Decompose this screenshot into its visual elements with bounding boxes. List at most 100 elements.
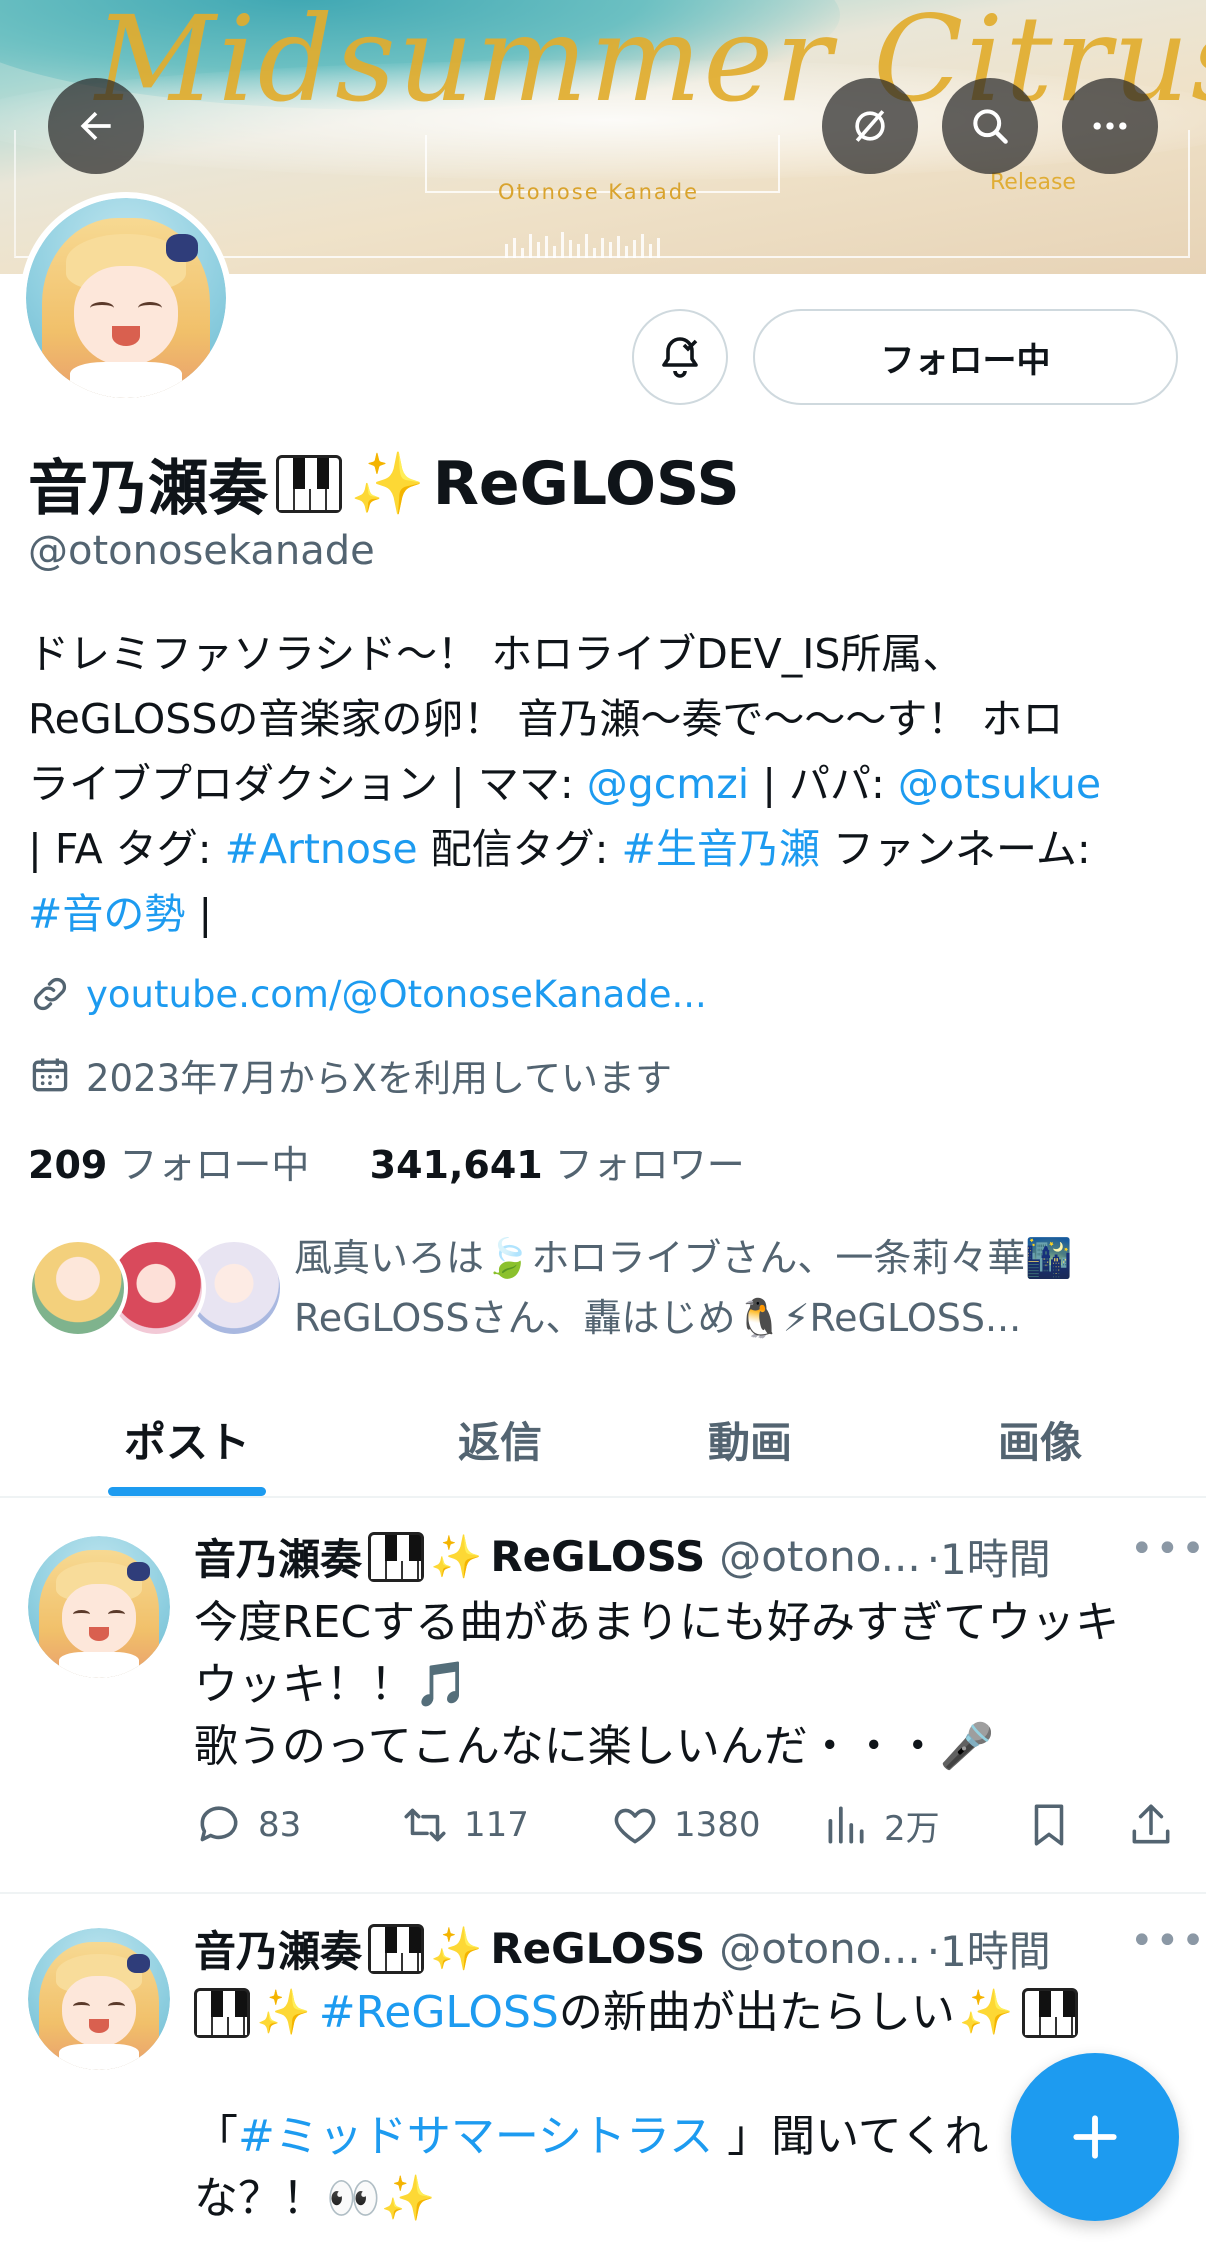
post-header: 音乃瀬奏 ✨ ReGLOSS @otono... ·1時間 xyxy=(194,1526,1051,1587)
profile-handle: @otonosekanade xyxy=(28,528,375,574)
bio-text: | パパ: xyxy=(749,760,898,808)
banner-equalizer xyxy=(505,232,660,258)
link-icon xyxy=(33,977,67,1011)
tab-posts[interactable]: ポスト xyxy=(60,1380,314,1498)
followed-by-line: ReGLOSSさん、轟はじめ🐧⚡ReGLOSS... xyxy=(294,1296,1022,1340)
sparkles-emoji: ✨ xyxy=(430,1923,483,1973)
avatar-illustration xyxy=(26,198,226,398)
post-author[interactable]: 音乃瀬奏 ✨ ReGLOSS xyxy=(194,1526,705,1587)
piano-emoji xyxy=(368,1923,425,1974)
display-name-text: 音乃瀬奏 xyxy=(28,454,268,524)
follow-counts: 209 フォロー中 341,641 フォロワー xyxy=(28,1134,745,1189)
followers-link[interactable]: 341,641 フォロワー xyxy=(370,1143,745,1187)
like-count: 1380 xyxy=(674,1805,761,1845)
repost-count: 117 xyxy=(464,1805,529,1845)
banner-title: Midsummer Citrus xyxy=(95,0,1206,128)
piano-emoji xyxy=(276,454,342,513)
following-label: フォロー中 xyxy=(119,1143,310,1187)
post-text-span: の新曲が出たらしい xyxy=(558,1987,955,2038)
bio-text: | xyxy=(185,890,213,938)
post-author[interactable]: 音乃瀬奏 ✨ ReGLOSS xyxy=(194,1918,705,1979)
search-button[interactable] xyxy=(942,78,1038,174)
profile-display-name: 音乃瀬奏 ✨ ReGLOSS xyxy=(28,440,740,527)
post-more-icon[interactable]: ••• xyxy=(1130,1918,1206,1964)
sparkles-emoji: ✨ xyxy=(430,1531,483,1581)
bio-line: #音の勢 | xyxy=(28,882,1188,947)
bio-text: ライブプロダクション | ママ: xyxy=(28,760,587,808)
profile-bio: ドレミファソラシド〜！ ホロライブDEV_IS所属、 ReGLOSSの音楽家の卵… xyxy=(28,622,1188,947)
search-icon xyxy=(973,109,1008,144)
post-text-span: 「 xyxy=(194,2111,238,2162)
post-time: ·1時間 xyxy=(926,1535,1051,1584)
like-button[interactable]: 1380 xyxy=(610,1800,761,1850)
post-header: 音乃瀬奏 ✨ ReGLOSS @otono... ·1時間 xyxy=(194,1918,1051,1979)
followed-by-line: 風真いろは🍃ホロライブさん、一条莉々華🌃 xyxy=(294,1236,1073,1280)
hashtag-link[interactable]: #ReGLOSS xyxy=(319,1982,559,2044)
mention-link[interactable]: @otsukue xyxy=(898,760,1101,808)
post-avatar[interactable] xyxy=(28,1928,170,2070)
bio-line: ライブプロダクション | ママ: @gcmzi | パパ: @otsukue xyxy=(28,752,1188,817)
notification-bell-button[interactable] xyxy=(632,309,728,405)
bio-text: | FA タグ: xyxy=(28,825,225,873)
repost-icon xyxy=(404,1808,446,1842)
post-text: 今度RECする曲があまりにも好みすぎてウッキ ウッキ！！🎵 歌うのってこんなに楽… xyxy=(194,1592,1174,1778)
back-button[interactable] xyxy=(48,78,144,174)
author-suffix: ReGLOSS xyxy=(490,1532,706,1581)
following-button[interactable]: フォロー中 xyxy=(753,309,1178,405)
hashtag-link[interactable]: #生音乃瀬 xyxy=(621,825,819,873)
reply-icon xyxy=(200,1806,238,1842)
views-button[interactable]: 2万 xyxy=(820,1800,940,1850)
display-name-suffix: ReGLOSS xyxy=(432,448,740,519)
post-item[interactable]: 音乃瀬奏 ✨ ReGLOSS @otono... ·1時間 ••• 今度RECする曲… xyxy=(0,1500,1206,1892)
website-link[interactable]: youtube.com/@OtonoseKanade... xyxy=(86,973,707,1016)
post-actions: 83 117 1380 2万 xyxy=(194,1800,1184,1860)
tab-replies[interactable]: 返信 xyxy=(400,1380,600,1498)
author-suffix: ReGLOSS xyxy=(490,1924,706,1973)
repost-button[interactable]: 117 xyxy=(400,1800,529,1850)
reply-button[interactable]: 83 xyxy=(194,1800,301,1850)
hashtag-link[interactable]: #ミッドサマーシトラス xyxy=(238,2111,713,2162)
active-tab-indicator xyxy=(108,1487,266,1496)
more-horizontal-icon xyxy=(1093,122,1127,130)
followed-by[interactable]: 風真いろは🍃ホロライブさん、一条莉々華🌃 ReGLOSSさん、轟はじめ🐧⚡ReG… xyxy=(28,1228,1188,1348)
follower-avatar xyxy=(28,1238,128,1338)
share-icon xyxy=(1132,1804,1170,1844)
grok-button[interactable] xyxy=(822,78,918,174)
bell-check-icon xyxy=(662,337,698,378)
profile-avatar[interactable] xyxy=(20,192,232,404)
more-options-button[interactable] xyxy=(1062,78,1158,174)
post-item[interactable]: 音乃瀬奏 ✨ ReGLOSS @otono... ·1時間 ••• ✨ #ReGLO… xyxy=(0,1894,1206,2243)
sparkles-emoji: ✨ xyxy=(958,1987,1014,2038)
following-link[interactable]: 209 フォロー中 xyxy=(28,1143,309,1187)
avatar-illustration xyxy=(28,1536,170,1678)
post-text-span: 」聞いてくれ xyxy=(713,2111,989,2162)
post-line: ウッキ！！🎵 xyxy=(194,1659,469,1710)
followed-by-text: 風真いろは🍃ホロライブさん、一条莉々華🌃 ReGLOSSさん、轟はじめ🐧⚡ReG… xyxy=(294,1228,1174,1348)
reply-count: 83 xyxy=(258,1805,302,1845)
followers-label: フォロワー xyxy=(554,1143,745,1187)
hashtag-link[interactable]: #音の勢 xyxy=(28,890,185,938)
bio-line: ドレミファソラシド〜！ ホロライブDEV_IS所属、 xyxy=(28,630,964,678)
share-button[interactable] xyxy=(1126,1800,1190,1850)
post-handle: @otono... xyxy=(719,1924,921,1973)
mention-link[interactable]: @gcmzi xyxy=(587,760,749,808)
tab-media[interactable]: 画像 xyxy=(940,1380,1140,1498)
tab-videos[interactable]: 動画 xyxy=(650,1380,850,1498)
following-count: 209 xyxy=(28,1143,108,1187)
heart-icon xyxy=(614,1808,656,1844)
post-more-icon[interactable]: ••• xyxy=(1130,1526,1206,1572)
joined-row: 2023年7月からXを利用しています xyxy=(28,1048,672,1102)
hashtag-link[interactable]: #Artnose xyxy=(225,825,418,873)
avatar-illustration xyxy=(28,1928,170,2070)
post-avatar[interactable] xyxy=(28,1536,170,1678)
compose-post-button[interactable] xyxy=(1011,2053,1179,2221)
bio-text: ファンネーム: xyxy=(819,825,1091,873)
analytics-icon xyxy=(828,1806,864,1844)
bio-line: | FA タグ: #Artnose 配信タグ: #生音乃瀬 ファンネーム: xyxy=(28,817,1188,882)
sparkles-emoji: ✨ xyxy=(350,449,425,519)
bookmark-button[interactable] xyxy=(1024,1800,1088,1850)
bookmark-icon xyxy=(1034,1804,1064,1846)
plus-icon xyxy=(1073,2115,1117,2159)
profile-tabs: ポスト 返信 動画 画像 xyxy=(0,1380,1206,1498)
bio-text: 配信タグ: xyxy=(417,825,622,873)
